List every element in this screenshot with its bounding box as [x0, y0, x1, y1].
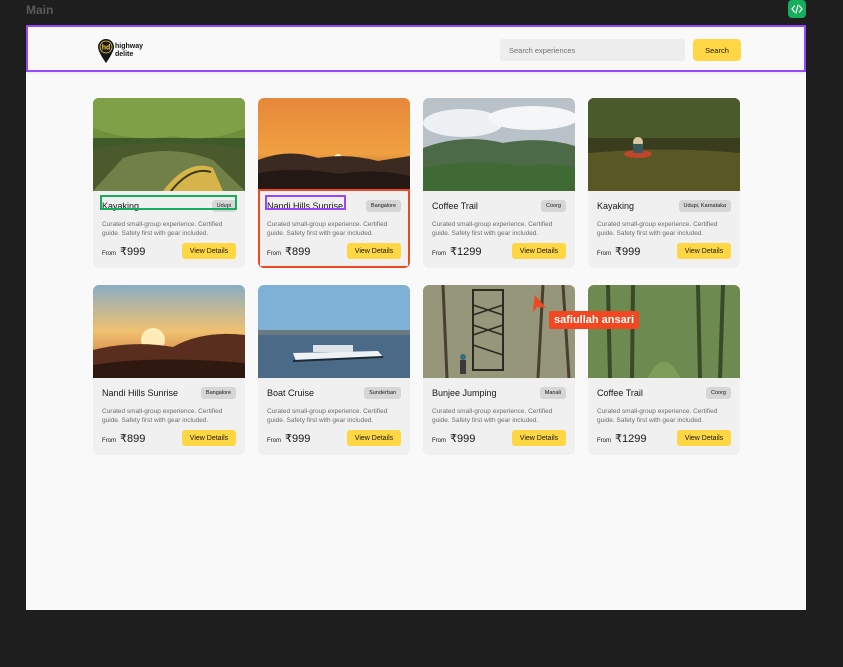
- card-title: Nandi Hills Sunrise: [102, 387, 179, 398]
- card-description: Curated small-group experience. Certifie…: [597, 221, 718, 237]
- card-image: [258, 285, 410, 378]
- card-image: [588, 98, 740, 191]
- site-header: hd highway delite Search: [26, 25, 806, 72]
- card-image: [423, 285, 575, 378]
- view-details-button[interactable]: View Details: [347, 430, 401, 446]
- logo[interactable]: hd highway delite: [98, 39, 143, 63]
- view-details-button[interactable]: View Details: [677, 243, 731, 259]
- card-description: Curated small-group experience. Certifie…: [102, 408, 223, 424]
- logo-line-1: highway: [115, 43, 144, 50]
- view-details-button[interactable]: View Details: [182, 430, 236, 446]
- collaborator-cursor-icon: [532, 294, 546, 313]
- price-value: ₹1299: [450, 246, 482, 258]
- experience-card[interactable]: Kayaking Udupi, Karnataka Curated small-…: [588, 98, 740, 268]
- card-description: Curated small-group experience. Certifie…: [267, 408, 388, 424]
- price-value: ₹999: [450, 433, 476, 445]
- location-tag: Udupi, Karnataka: [678, 199, 731, 212]
- price-value: ₹999: [285, 433, 311, 445]
- card-title: Boat Cruise: [267, 387, 315, 398]
- price-value: ₹999: [120, 246, 146, 258]
- price-value: ₹899: [120, 433, 146, 445]
- card-description: Curated small-group experience. Certifie…: [432, 408, 553, 424]
- view-details-button[interactable]: View Details: [512, 243, 566, 259]
- logo-pin-icon: hd: [98, 39, 114, 63]
- selection-highlight-green: [100, 195, 237, 210]
- price-value: ₹1299: [615, 433, 647, 445]
- experience-card[interactable]: Boat Cruise Sunderban Curated small-grou…: [258, 285, 410, 455]
- selection-highlight-purple: [265, 195, 346, 210]
- experience-card[interactable]: Coffee Trail Coorg Curated small-group e…: [423, 98, 575, 268]
- card-description: Curated small-group experience. Certifie…: [597, 408, 718, 424]
- experience-card[interactable]: Nandi Hills Sunrise Bangalore Curated sm…: [93, 285, 245, 455]
- search-input[interactable]: [500, 39, 685, 61]
- view-details-button[interactable]: View Details: [512, 430, 566, 446]
- card-title: Coffee Trail: [432, 200, 478, 211]
- price-from-label: From: [597, 251, 611, 257]
- card-title: Bunjee Jumping: [432, 387, 497, 398]
- svg-text:hd: hd: [102, 45, 111, 52]
- main-canvas: hd highway delite Search experiences Sea…: [26, 25, 806, 610]
- logo-text: highway delite: [115, 43, 143, 59]
- view-details-button[interactable]: View Details: [182, 243, 236, 259]
- location-tag: Bangalore: [200, 386, 236, 399]
- card-description: Curated small-group experience. Certifie…: [432, 221, 553, 237]
- card-title: Kayaking: [597, 200, 635, 211]
- card-image: [93, 98, 245, 191]
- location-tag: Manali: [539, 386, 566, 399]
- collaborator-label: safiullah ansari: [549, 311, 640, 329]
- card-image: [588, 285, 740, 378]
- location-tag: Coorg: [706, 386, 731, 399]
- view-details-button[interactable]: View Details: [677, 430, 731, 446]
- card-image: [93, 285, 245, 378]
- card-title: Coffee Trail: [597, 387, 643, 398]
- card-image: [258, 98, 410, 191]
- experience-card[interactable]: Nandi Hills Sunrise Bangalore Curated sm…: [258, 98, 410, 268]
- code-icon[interactable]: [788, 0, 806, 18]
- search-button[interactable]: Search: [693, 39, 741, 61]
- experience-card[interactable]: Kayaking Udupi Curated small-group exper…: [93, 98, 245, 268]
- location-tag: Sunderban: [364, 386, 401, 399]
- card-description: Curated small-group experience. Certifie…: [102, 221, 223, 237]
- price-from-label: From: [267, 438, 281, 444]
- price-from-label: From: [102, 438, 116, 444]
- price-from-label: From: [432, 438, 446, 444]
- card-image: [423, 98, 575, 191]
- price-value: ₹999: [615, 246, 641, 258]
- frame-label: Main: [26, 3, 54, 17]
- experience-grid: Kayaking Udupi Curated small-group exper…: [93, 98, 740, 455]
- price-from-label: From: [597, 438, 611, 444]
- price-from-label: From: [102, 251, 116, 257]
- price-from-label: From: [432, 251, 446, 257]
- logo-line-2: delite: [115, 51, 134, 58]
- location-tag: Coorg: [541, 199, 566, 212]
